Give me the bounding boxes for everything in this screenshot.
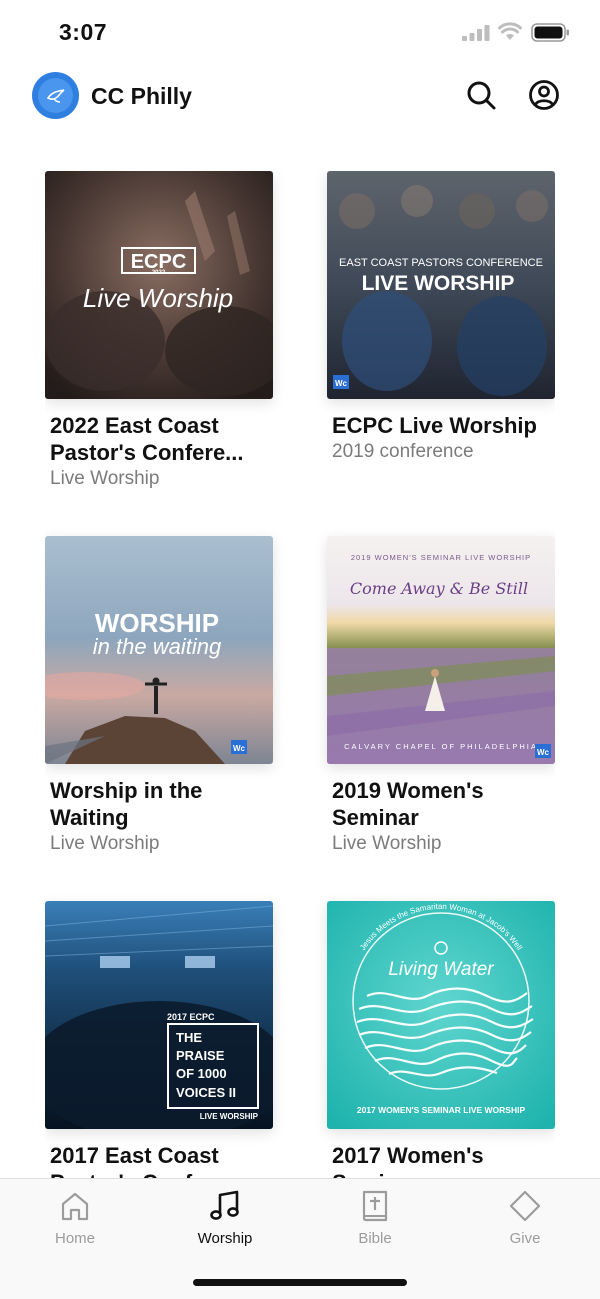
- battery-icon: [531, 23, 569, 42]
- album-title: Worship in the Waiting: [50, 778, 203, 830]
- tab-home[interactable]: Home: [0, 1189, 150, 1253]
- app-title: CC Philly: [91, 83, 192, 109]
- album-card[interactable]: 2017 ECPC THE PRAISE OF 1000 VOICES II L…: [45, 901, 273, 1178]
- album-grid: ECPC 2022 Live Worship 2022 East Coast P…: [45, 171, 555, 1178]
- art-year: 2017 ECPC: [167, 1012, 215, 1022]
- art-foot: LIVE WORSHIP: [200, 1112, 259, 1121]
- art-line1: EAST COAST PASTORS CONFERENCE: [339, 257, 543, 269]
- tab-bar: Home Worship Bible Give: [0, 1178, 600, 1299]
- album-title: 2019 Women's Seminar: [332, 778, 484, 830]
- art-l3: OF 1000: [176, 1066, 227, 1081]
- album-artwork: EAST COAST PASTORS CONFERENCE LIVE WORSH…: [327, 171, 555, 399]
- art-bottom: CALVARY CHAPEL OF PHILADELPHIA: [344, 742, 538, 751]
- art-l4: VOICES II: [176, 1085, 236, 1100]
- wifi-icon: [498, 22, 522, 40]
- profile-button[interactable]: [527, 78, 561, 112]
- tab-label: Bible: [358, 1230, 392, 1247]
- album-artwork: Jesus Meets the Samaritan Woman at Jacob…: [327, 901, 555, 1129]
- dove-icon: [46, 88, 64, 103]
- art-mark: Wc: [335, 379, 348, 388]
- tab-give[interactable]: Give: [450, 1189, 600, 1253]
- art-script: Living Water: [388, 959, 494, 980]
- search-icon: [467, 81, 496, 110]
- art-script: Live Worship: [83, 283, 233, 313]
- art-mark: Wc: [233, 744, 246, 753]
- album-subtitle: Live Worship: [50, 468, 160, 489]
- album-card[interactable]: Jesus Meets the Samaritan Woman at Jacob…: [327, 901, 555, 1178]
- album-artwork: WORSHIP in the waiting Wc: [45, 536, 273, 764]
- user-circle-icon: [529, 80, 559, 110]
- art-top: 2019 WOMEN'S SEMINAR LIVE WORSHIP: [351, 553, 531, 562]
- art-year: 2022: [152, 270, 166, 276]
- album-subtitle: Live Worship: [332, 833, 442, 854]
- tab-label: Give: [509, 1230, 541, 1247]
- diamond-icon: [509, 1190, 541, 1222]
- art-line2: LIVE WORSHIP: [362, 272, 515, 295]
- status-bar: 3:07: [0, 0, 600, 64]
- album-card[interactable]: 2019 WOMEN'S SEMINAR LIVE WORSHIP Come A…: [327, 536, 555, 857]
- art-l2: PRAISE: [176, 1048, 225, 1063]
- tab-label: Worship: [197, 1230, 253, 1247]
- album-card[interactable]: WORSHIP in the waiting Wc Worship in the…: [45, 536, 273, 857]
- art-mark: Wc: [537, 748, 550, 757]
- bible-icon: [362, 1190, 388, 1222]
- art-script: in the waiting: [93, 634, 222, 659]
- album-title: 2017 East Coast Pastor's Confere...: [50, 1143, 244, 1178]
- album-artwork: 2017 ECPC THE PRAISE OF 1000 VOICES II L…: [45, 901, 273, 1129]
- art-script: Come Away & Be Still: [350, 579, 528, 598]
- album-title: 2022 East Coast Pastor's Confere...: [50, 413, 244, 465]
- art-foot: 2017 WOMEN'S SEMINAR LIVE WORSHIP: [357, 1105, 526, 1115]
- app-header: CC Philly: [0, 64, 600, 130]
- album-title: 2017 Women's Seminar: [332, 1143, 484, 1178]
- album-artwork: 2019 WOMEN'S SEMINAR LIVE WORSHIP Come A…: [327, 536, 555, 764]
- album-card[interactable]: ECPC 2022 Live Worship 2022 East Coast P…: [45, 171, 273, 492]
- search-button[interactable]: [464, 78, 498, 112]
- album-title: ECPC Live Worship: [332, 413, 537, 438]
- album-subtitle: Live Worship: [50, 833, 160, 854]
- album-subtitle: 2019 conference: [332, 441, 474, 462]
- album-card[interactable]: EAST COAST PASTORS CONFERENCE LIVE WORSH…: [327, 171, 555, 465]
- signal-icon: [462, 25, 490, 41]
- tab-bible[interactable]: Bible: [300, 1189, 450, 1253]
- tab-worship[interactable]: Worship: [150, 1189, 300, 1253]
- art-l1: THE: [176, 1030, 202, 1045]
- app-logo[interactable]: [32, 72, 79, 119]
- home-indicator: [193, 1279, 407, 1286]
- tab-label: Home: [54, 1230, 95, 1247]
- music-note-icon: [210, 1190, 239, 1220]
- album-artwork: ECPC 2022 Live Worship: [45, 171, 273, 399]
- home-icon: [61, 1192, 89, 1221]
- status-time: 3:07: [59, 19, 108, 45]
